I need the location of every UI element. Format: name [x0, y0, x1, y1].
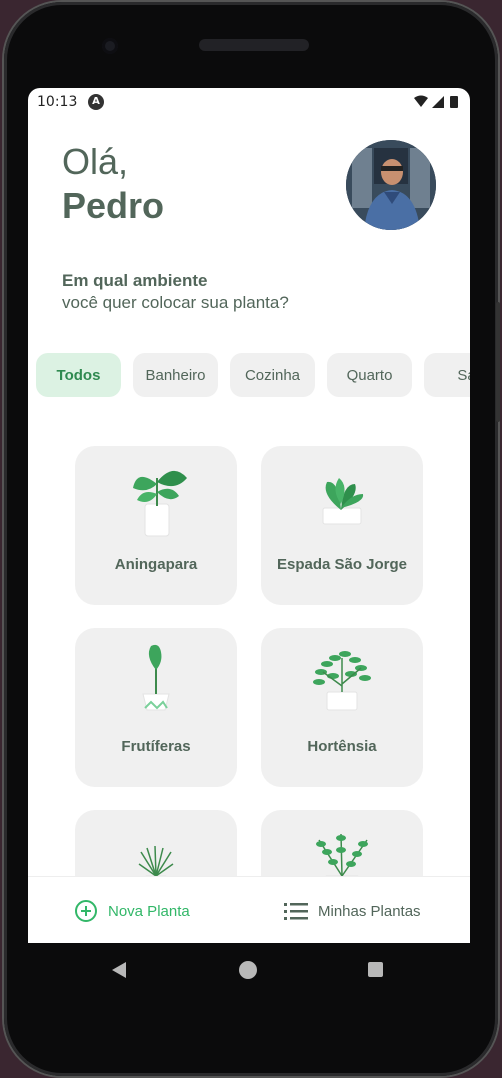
tab-nova-planta[interactable]: Nova Planta	[74, 897, 190, 925]
environment-question: Em qual ambiente você quer colocar sua p…	[62, 270, 289, 314]
earpiece-speaker	[199, 39, 309, 51]
plant-name: Hortênsia	[307, 738, 377, 755]
tab-minhas-plantas-label: Minhas Plantas	[318, 902, 421, 920]
user-name: Pedro	[62, 185, 165, 226]
plant-name: Frutíferas	[121, 738, 191, 755]
chip-cozinha[interactable]: Cozinha	[230, 353, 315, 397]
question-line-2: você quer colocar sua planta?	[62, 293, 289, 312]
front-camera	[102, 38, 118, 54]
bottom-tab-bar: Nova Planta Minhas Plantas	[28, 876, 470, 943]
plant-card[interactable]: Aningapara	[75, 446, 237, 605]
plant-card[interactable]: Frutíferas	[75, 628, 237, 787]
recents-icon[interactable]	[368, 962, 383, 977]
tab-nova-planta-label: Nova Planta	[108, 902, 190, 920]
plant-name: Aningapara	[114, 556, 198, 573]
plant-pot-icon	[313, 651, 371, 711]
home-icon[interactable]	[239, 961, 257, 979]
plant-pot-icon	[133, 470, 187, 537]
question-line-1: Em qual ambiente	[62, 271, 208, 290]
android-nav-bar	[28, 943, 470, 999]
plant-pot-icon	[322, 478, 364, 525]
tab-minhas-plantas[interactable]: Minhas Plantas	[284, 897, 421, 925]
list-icon	[284, 903, 308, 920]
status-icons	[412, 94, 462, 114]
greeting-text: Olá,	[62, 141, 129, 182]
app-notification-icon: A	[88, 94, 104, 110]
status-time: 10:13	[37, 94, 78, 110]
greeting: Olá, Pedro	[62, 140, 164, 228]
signal-icon	[432, 96, 444, 108]
chip-todos[interactable]: Todos	[36, 353, 121, 397]
chip-banheiro[interactable]: Banheiro	[133, 353, 218, 397]
status-bar: 10:13 A	[28, 88, 470, 116]
plant-name: Espada São Jorge	[276, 556, 408, 573]
battery-icon	[450, 96, 458, 108]
side-button	[496, 302, 500, 422]
avatar[interactable]	[346, 140, 436, 230]
back-icon[interactable]	[110, 960, 128, 980]
environment-filter-list[interactable]: Todos Banheiro Cozinha Quarto Sa	[36, 353, 470, 399]
chip-sala[interactable]: Sa	[424, 353, 470, 397]
add-circle-icon	[75, 900, 97, 922]
plant-pot-icon	[142, 644, 170, 711]
plant-card[interactable]: Espada São Jorge	[261, 446, 423, 605]
plant-card[interactable]: Hortênsia	[261, 628, 423, 787]
app-screen: 10:13 A Olá, Pedro Em qual ambiente você…	[28, 88, 470, 943]
chip-quarto[interactable]: Quarto	[327, 353, 412, 397]
wifi-icon	[414, 95, 428, 107]
